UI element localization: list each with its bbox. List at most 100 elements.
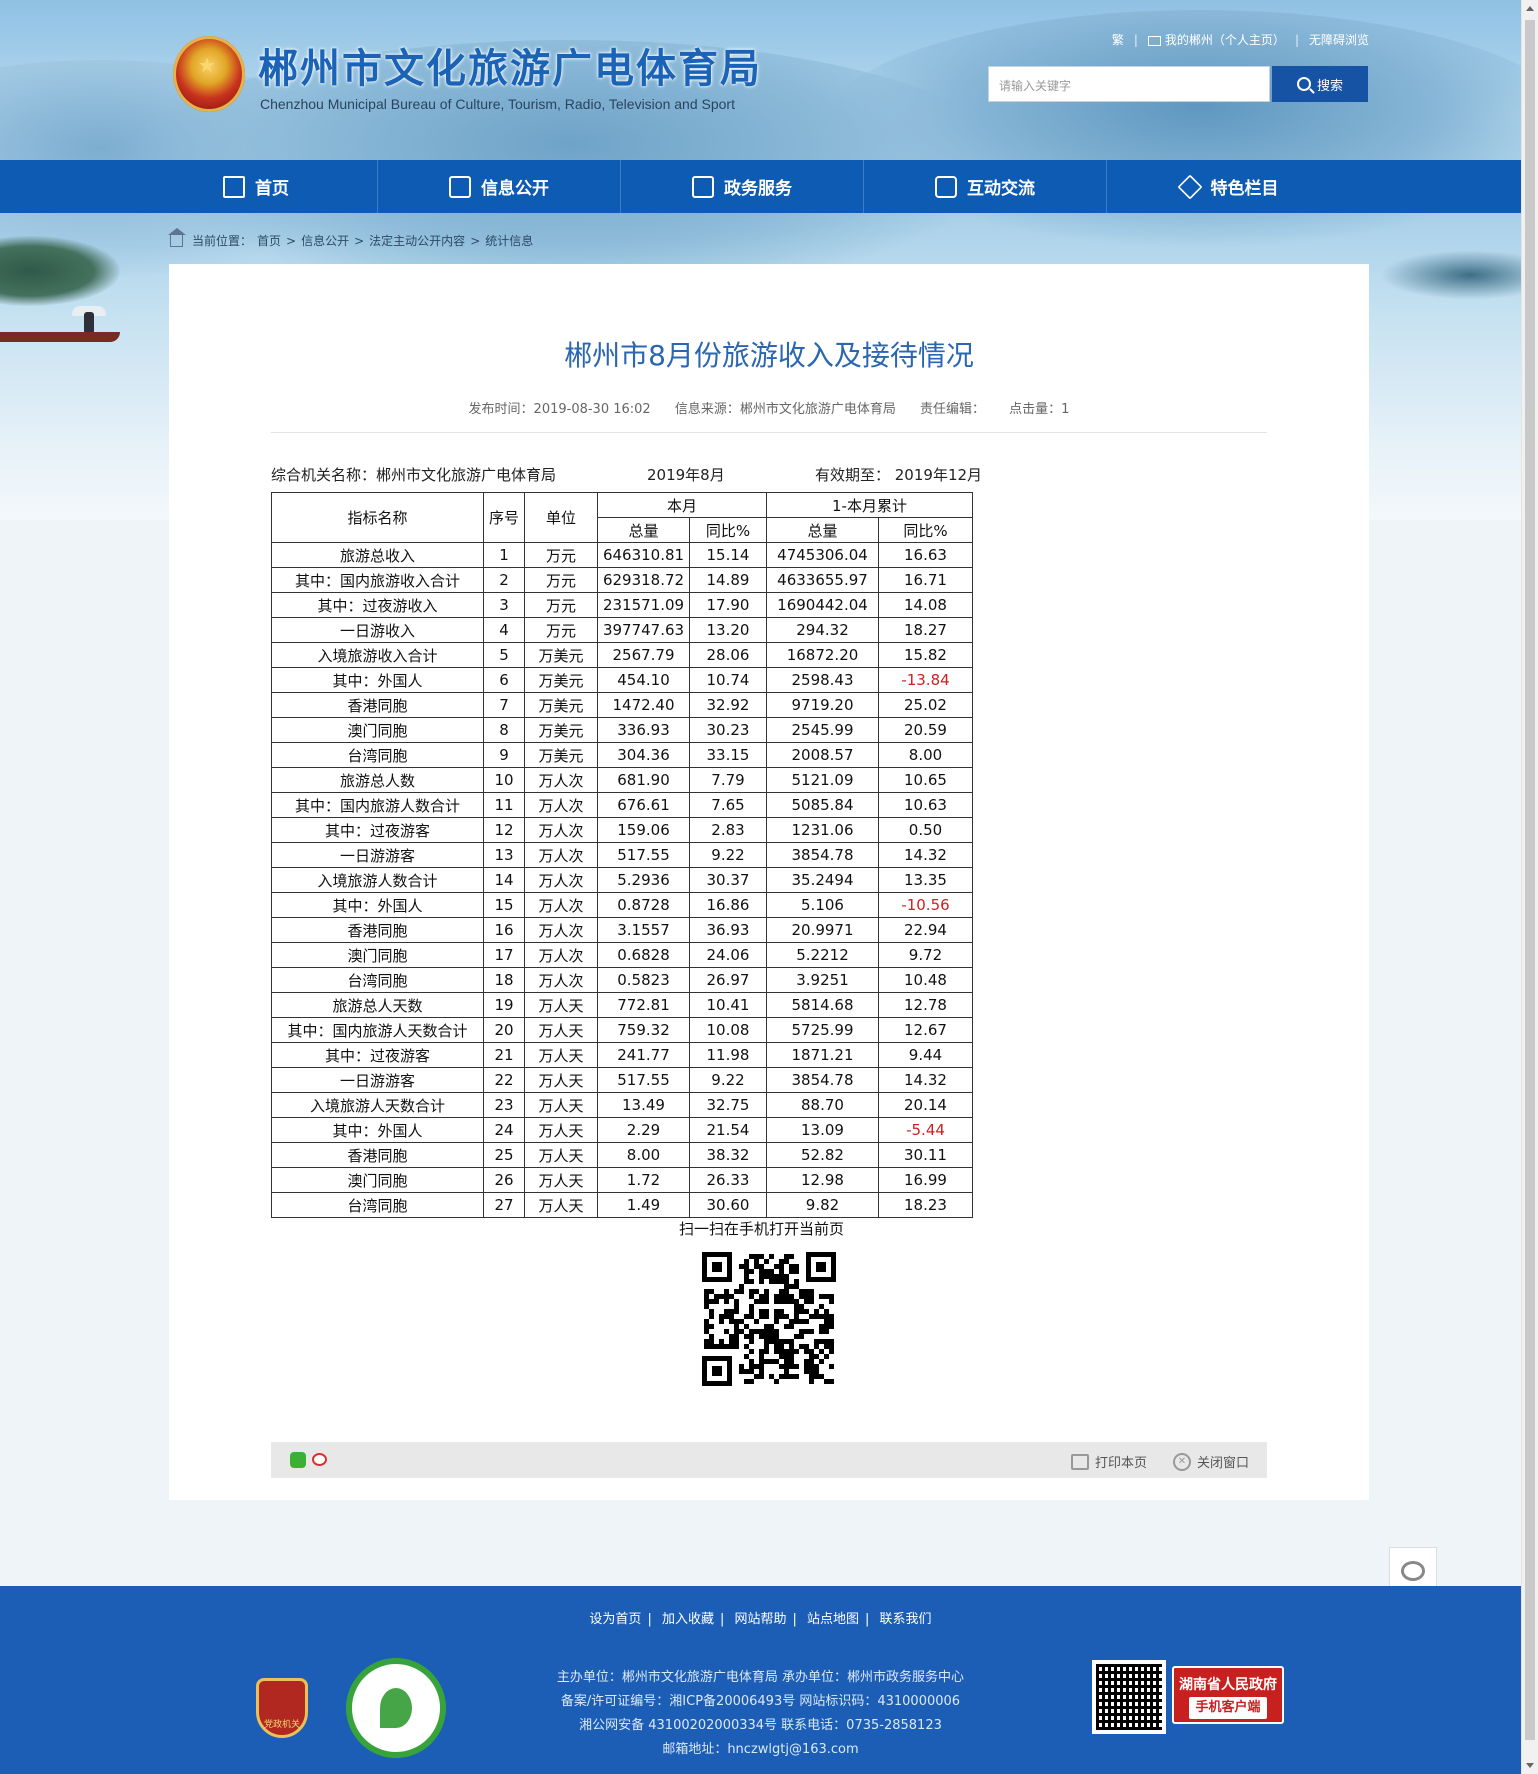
vertical-scrollbar[interactable] (1521, 0, 1538, 1774)
cell-indicator-name: 香港同胞 (271, 692, 484, 718)
search-button-label: 搜索 (1316, 78, 1343, 94)
traditional-chinese-link[interactable]: 繁 (1112, 31, 1124, 48)
cell-indicator-name: 其中：外国人 (271, 1117, 484, 1143)
nav-item-featured[interactable]: 特色栏目 (1107, 160, 1350, 213)
nav-item-government-services[interactable]: 政务服务 (621, 160, 864, 213)
scroll-down-arrow-icon[interactable] (1526, 1763, 1534, 1768)
cell-cumulative-total: 52.82 (766, 1142, 879, 1168)
qr-module (764, 1259, 769, 1264)
close-window-button[interactable]: ✕ 关闭窗口 (1172, 1452, 1249, 1471)
cell-cumulative-yoy: 13.35 (878, 867, 973, 893)
separator: | (1133, 32, 1138, 47)
nav-item-interaction[interactable]: 互动交流 (864, 160, 1107, 213)
qr-module (819, 1359, 824, 1364)
cell-index: 24 (483, 1117, 525, 1143)
cell-indicator-name: 其中：过夜游收入 (271, 592, 484, 618)
cell-cumulative-yoy: 18.23 (878, 1192, 973, 1218)
cell-month-total: 1.72 (597, 1167, 690, 1193)
cell-cumulative-total: 3854.78 (766, 1067, 879, 1093)
breadcrumb-separator: > (354, 233, 365, 248)
cell-month-total: 8.00 (597, 1142, 690, 1168)
breadcrumb-item-home[interactable]: 首页 (257, 232, 281, 249)
cell-indicator-name: 入境旅游收入合计 (271, 642, 484, 668)
table-row: 台湾同胞 9 万美元 304.36 33.15 2008.57 8.00 (271, 742, 973, 768)
scroll-thumb[interactable] (1525, 20, 1535, 1740)
cell-month-yoy: 7.65 (689, 792, 767, 818)
cell-month-yoy: 26.97 (689, 967, 767, 993)
header-cumulative-total: 总量 (766, 517, 879, 543)
table-row: 其中：过夜游客 12 万人次 159.06 2.83 1231.06 0.50 (271, 817, 973, 843)
valid-until: 有效期至： 2019年12月 (815, 466, 983, 484)
qr-module (794, 1374, 799, 1379)
cell-month-yoy: 10.74 (689, 667, 767, 693)
cell-month-yoy: 7.79 (689, 767, 767, 793)
qr-module (829, 1364, 834, 1369)
cell-cumulative-yoy: 14.32 (878, 1067, 973, 1093)
cell-unit: 万人次 (524, 967, 598, 993)
separator: | (1294, 32, 1299, 47)
print-button[interactable]: 打印本页 (1070, 1452, 1147, 1471)
qr-module (774, 1319, 779, 1324)
cell-indicator-name: 一日游收入 (271, 617, 484, 643)
qr-module (724, 1299, 729, 1304)
breadcrumb-item-info[interactable]: 信息公开 (301, 232, 349, 249)
publish-time: 发布时间：2019-08-30 16:02 (468, 402, 651, 417)
search-input[interactable]: 请输入关键字 (988, 66, 1270, 102)
add-favorite-link[interactable]: 加入收藏 (662, 1612, 714, 1627)
contact-link[interactable]: 联系我们 (880, 1612, 932, 1627)
weibo-share-icon[interactable] (312, 1453, 327, 1466)
cell-index: 10 (483, 767, 525, 793)
cell-unit: 万人天 (524, 1167, 598, 1193)
cell-cumulative-yoy: 10.65 (878, 767, 973, 793)
cell-cumulative-yoy: 9.44 (878, 1042, 973, 1068)
cell-unit: 万元 (524, 542, 598, 568)
cell-index: 11 (483, 792, 525, 818)
set-homepage-link[interactable]: 设为首页 (589, 1612, 641, 1627)
sitemap-link[interactable]: 站点地图 (807, 1612, 859, 1627)
cell-indicator-name: 台湾同胞 (271, 967, 484, 993)
cell-month-yoy: 9.22 (689, 1067, 767, 1093)
home-icon (168, 227, 186, 247)
search-button[interactable]: 搜索 (1272, 66, 1368, 102)
qr-module (749, 1269, 754, 1274)
app-title: 湖南省人民政府 (1179, 1677, 1277, 1693)
hunan-gov-app-button[interactable]: 湖南省人民政府 手机客户端 (1172, 1666, 1284, 1724)
help-link[interactable]: 网站帮助 (734, 1612, 786, 1627)
article-toolbar: 打印本页 ✕ 关闭窗口 (271, 1442, 1267, 1478)
cell-month-total: 454.10 (597, 667, 690, 693)
table-row: 入境旅游人数合计 14 万人次 5.2936 30.37 35.2494 13.35 (271, 867, 973, 893)
table-row: 台湾同胞 18 万人次 0.5823 26.97 3.9251 10.48 (271, 967, 973, 993)
close-label: 关闭窗口 (1196, 1456, 1249, 1471)
site-title[interactable]: 郴州市文化旅游广电体育局 (258, 36, 762, 94)
header-unit: 单位 (524, 492, 598, 543)
nav-item-label: 政务服务 (724, 179, 792, 199)
nav-item-home[interactable]: 首页 (135, 160, 378, 213)
island-decoration (1380, 250, 1521, 300)
cell-month-yoy: 10.41 (689, 992, 767, 1018)
scroll-up-arrow-icon[interactable] (1526, 6, 1534, 11)
qr-finder (806, 1252, 836, 1282)
cell-index: 9 (483, 742, 525, 768)
breadcrumb-item-statistics[interactable]: 统计信息 (485, 232, 533, 249)
my-chenzhou-link[interactable]: 我的郴州（个人主页） (1147, 31, 1285, 48)
cell-month-yoy: 10.08 (689, 1017, 767, 1043)
wechat-share-icon[interactable] (290, 1452, 306, 1468)
cell-index: 27 (483, 1192, 525, 1218)
cell-index: 19 (483, 992, 525, 1018)
nav-item-info-disclosure[interactable]: 信息公开 (378, 160, 621, 213)
accessibility-link[interactable]: 无障碍浏览 (1309, 31, 1369, 48)
cell-index: 13 (483, 842, 525, 868)
cell-cumulative-total: 88.70 (766, 1092, 879, 1118)
cell-cumulative-yoy: 12.78 (878, 992, 973, 1018)
cell-unit: 万美元 (524, 642, 598, 668)
breadcrumb-item-statutory[interactable]: 法定主动公开内容 (369, 232, 465, 249)
cell-month-total: 231571.09 (597, 592, 690, 618)
cell-cumulative-yoy: 30.11 (878, 1142, 973, 1168)
cell-cumulative-total: 5121.09 (766, 767, 879, 793)
cell-unit: 万人次 (524, 942, 598, 968)
cell-unit: 万人次 (524, 817, 598, 843)
cell-month-total: 5.2936 (597, 867, 690, 893)
info-source: 信息来源：郴州市文化旅游广电体育局 (674, 402, 896, 417)
cell-cumulative-total: 12.98 (766, 1167, 879, 1193)
cell-month-total: 397747.63 (597, 617, 690, 643)
